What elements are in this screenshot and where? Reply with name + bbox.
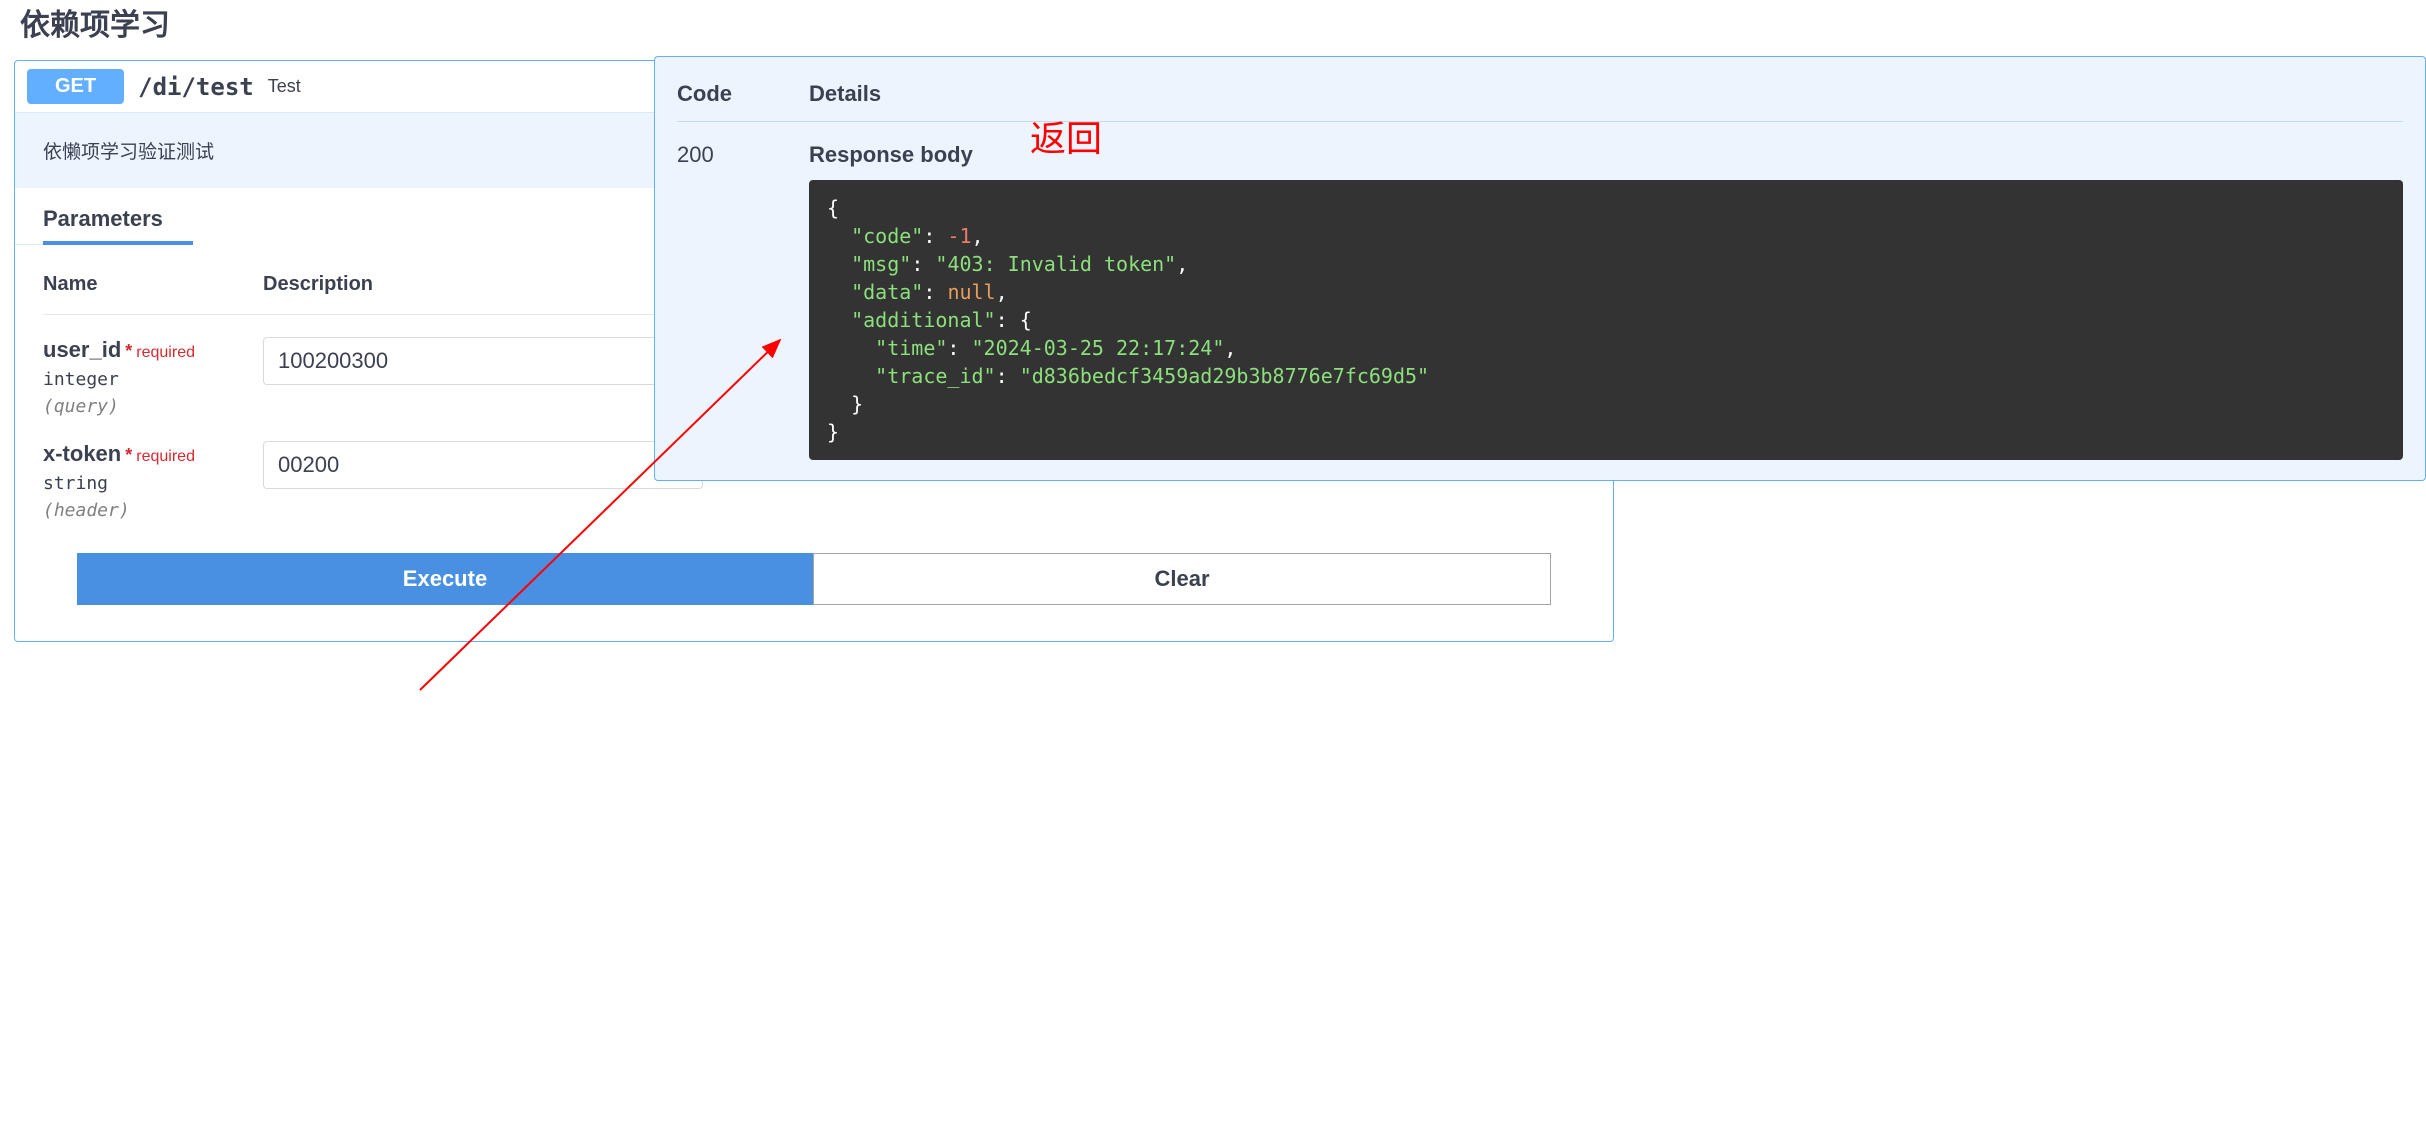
required-star-icon: * <box>125 445 132 466</box>
response-status-code: 200 <box>677 142 809 460</box>
response-body-code[interactable]: { "code": -1, "msg": "403: Invalid token… <box>809 180 2403 460</box>
required-star-icon: * <box>125 341 132 362</box>
param-name: user_id <box>43 337 121 363</box>
required-label: required <box>136 344 195 362</box>
required-label: required <box>136 448 195 466</box>
operation-path: /di/test <box>138 73 254 101</box>
user-id-input[interactable] <box>263 337 703 385</box>
column-header-description: Description <box>263 273 373 296</box>
column-header-code: Code <box>677 81 809 107</box>
x-token-input[interactable] <box>263 441 703 489</box>
annotation-return: 返回 <box>1030 110 1102 162</box>
execute-button[interactable]: Execute <box>77 553 813 605</box>
param-type: string <box>43 473 263 494</box>
param-type: integer <box>43 369 263 390</box>
clear-button[interactable]: Clear <box>813 553 1551 605</box>
response-panel: Code Details 200 Response body { "code":… <box>654 56 2426 481</box>
page-title: 依赖项学习 <box>0 0 2426 56</box>
param-location: (query) <box>43 396 263 417</box>
column-header-details: Details <box>809 81 881 107</box>
parameters-tab[interactable]: Parameters <box>15 188 191 245</box>
param-name: x-token <box>43 441 121 467</box>
http-method-badge: GET <box>27 69 124 104</box>
param-location: (header) <box>43 500 263 521</box>
column-header-name: Name <box>43 273 263 296</box>
operation-summary: Test <box>268 76 301 97</box>
